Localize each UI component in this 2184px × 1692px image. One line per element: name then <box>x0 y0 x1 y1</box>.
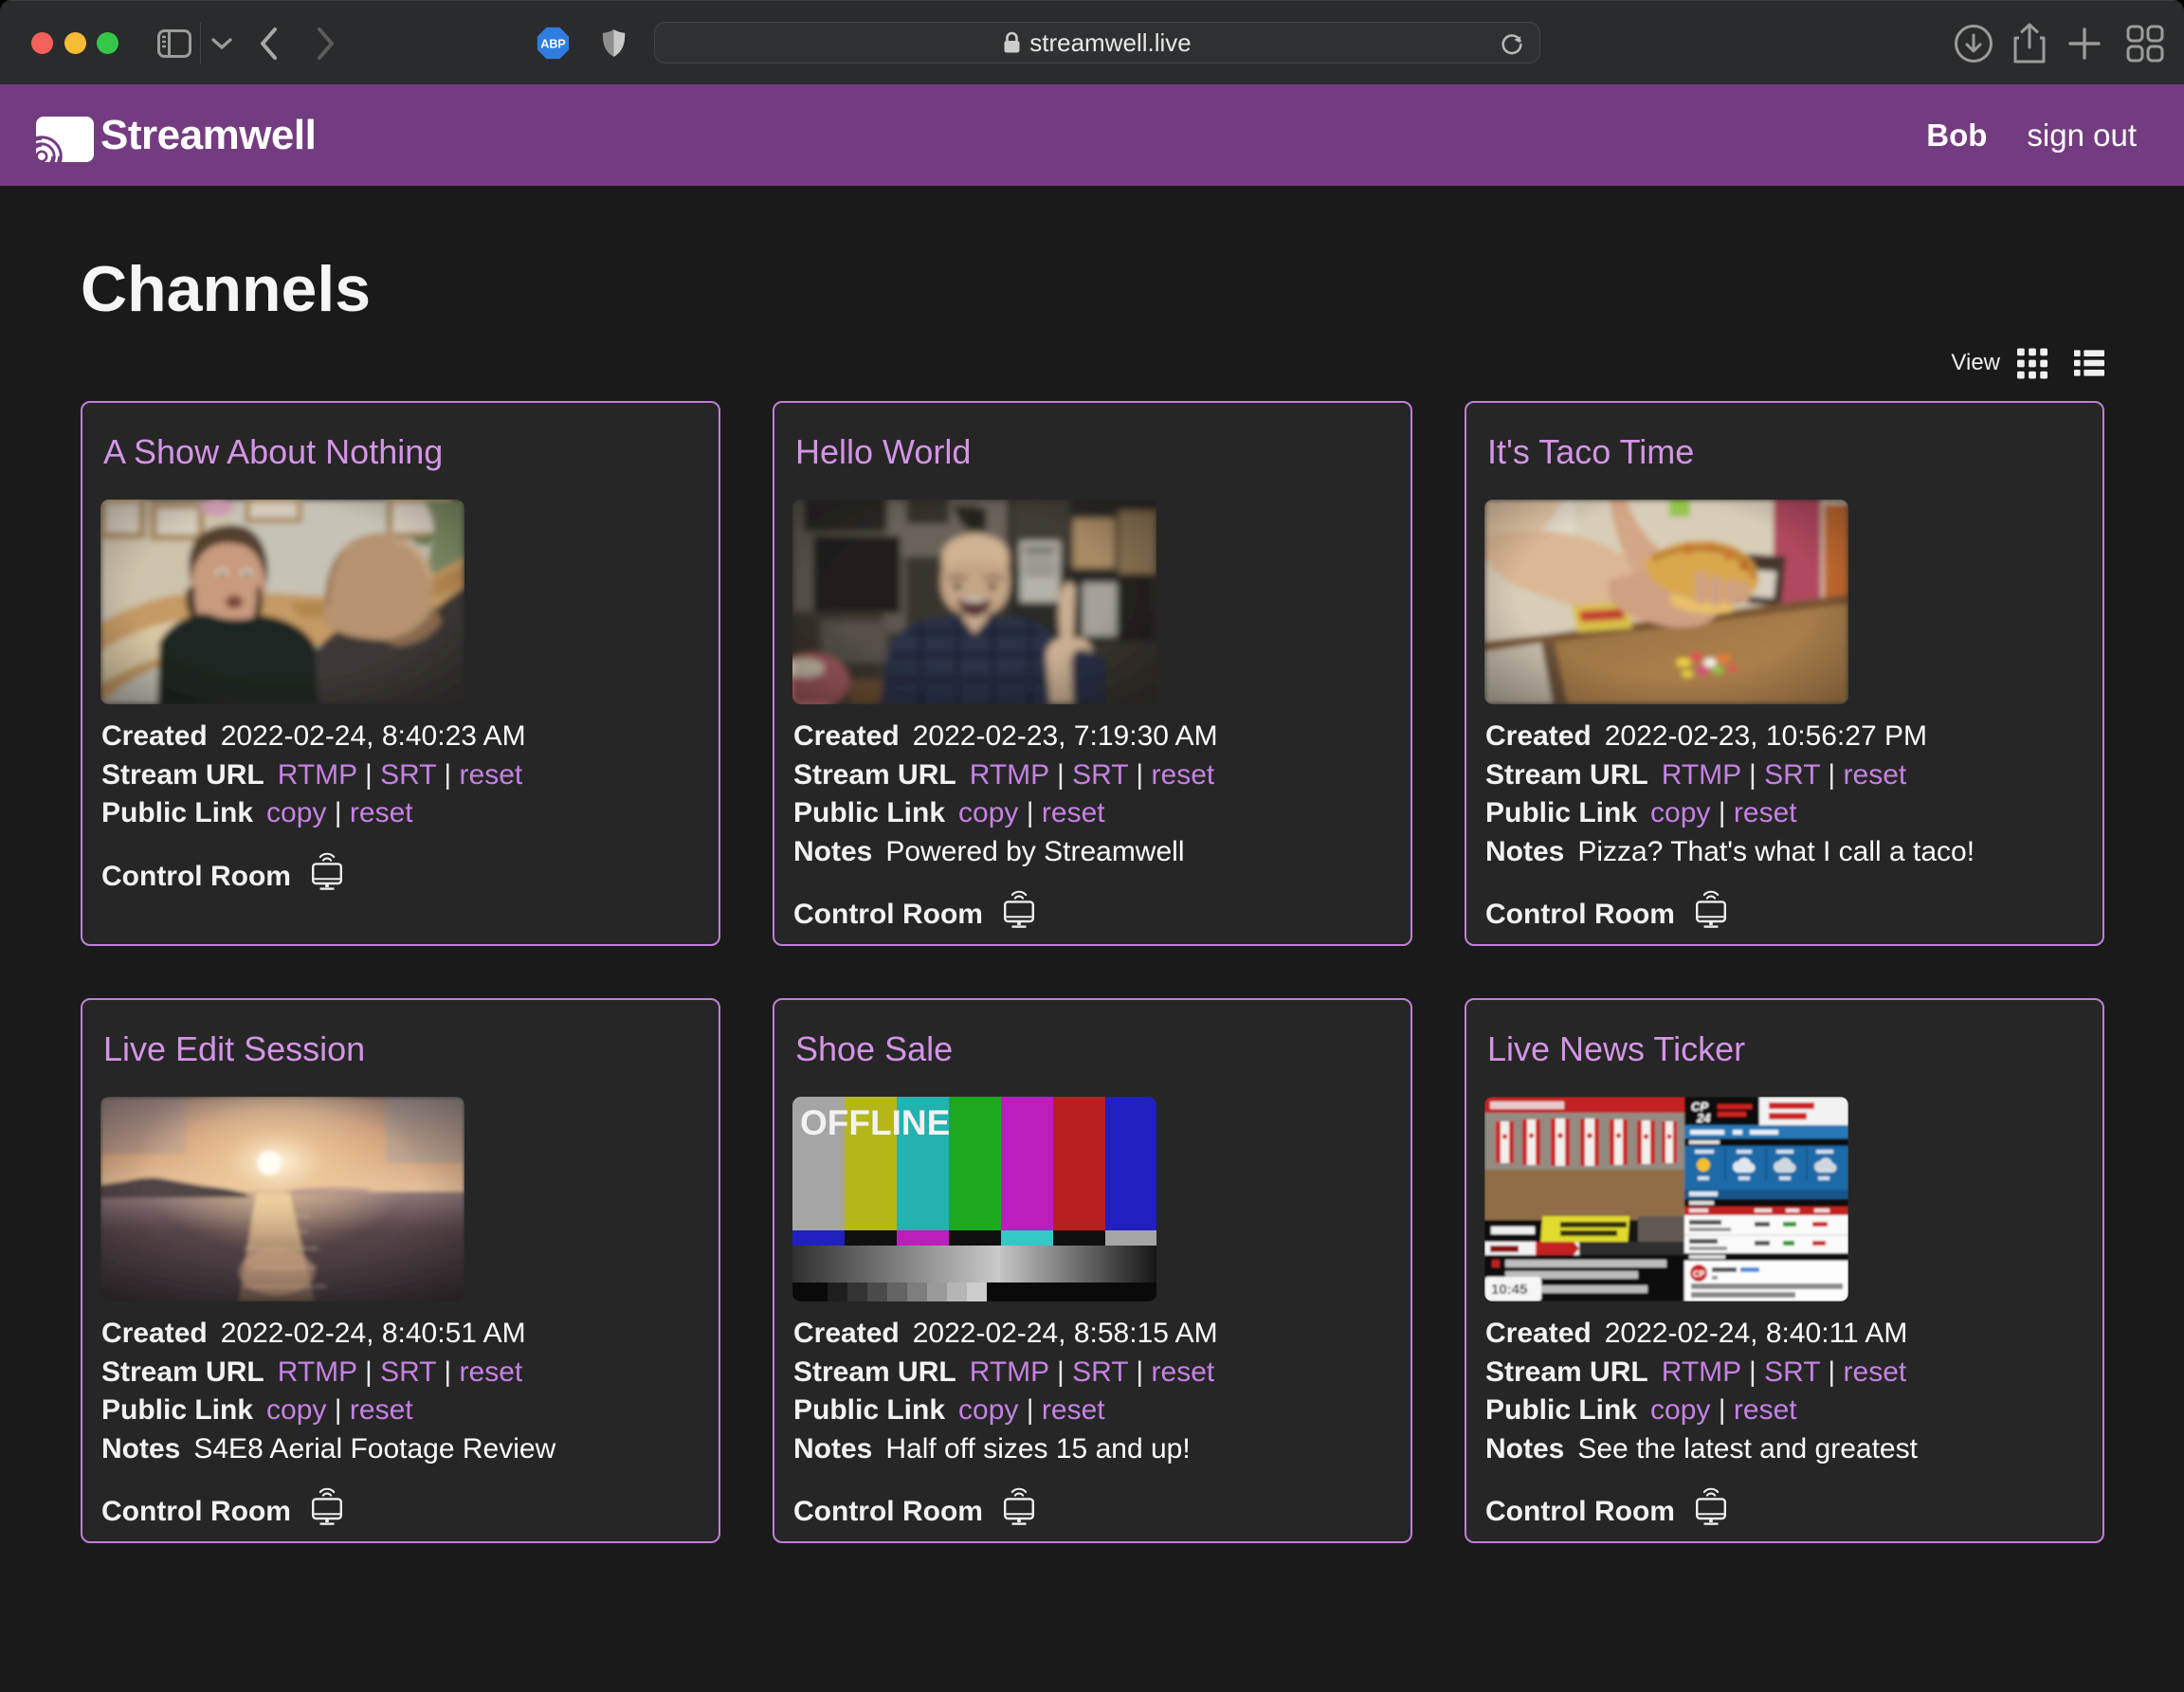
svg-text:OFFLINE: OFFLINE <box>800 1103 950 1142</box>
svg-text:10:45: 10:45 <box>1491 1282 1527 1298</box>
svg-text:ABP: ABP <box>540 38 565 51</box>
svg-text:CP: CP <box>1693 1269 1705 1279</box>
svg-text:24: 24 <box>1696 1111 1711 1125</box>
